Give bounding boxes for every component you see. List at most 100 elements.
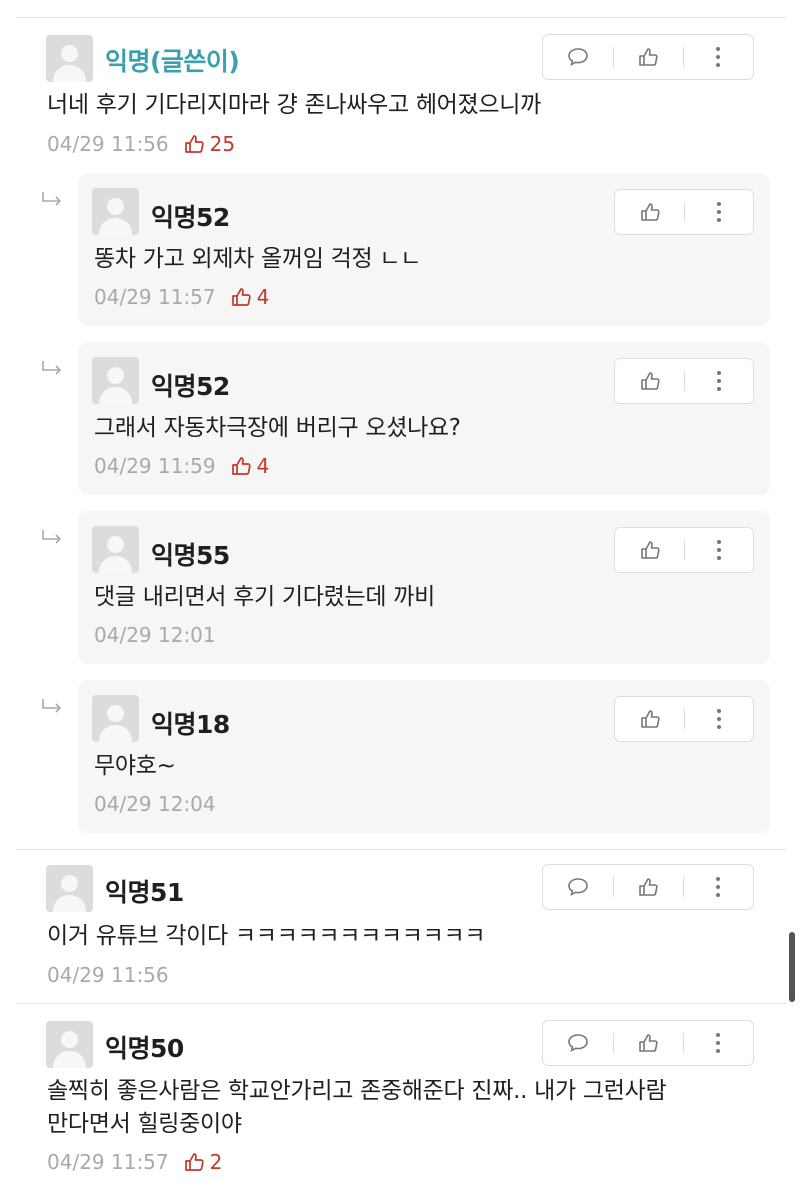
avatar [46, 35, 93, 82]
more-button[interactable] [684, 359, 753, 403]
reply-arrow-icon [42, 361, 62, 375]
thumbs-up-icon [640, 372, 660, 390]
more-button[interactable] [684, 190, 753, 234]
avatar [92, 357, 139, 404]
comment-text: 이거 유튜브 각이다 ㅋㅋㅋㅋㅋㅋㅋㅋㅋㅋㅋㅋ [47, 923, 486, 949]
avatar [92, 526, 139, 573]
divider [16, 1003, 786, 1004]
speech-bubble-icon [568, 1034, 588, 1053]
avatar [92, 695, 139, 742]
comment-text-line: 솔찍히 좋은사람은 학교안가리고 존중해준다 진짜.. 내가 그런사람 [47, 1078, 667, 1104]
comment-author[interactable]: 익명50 [105, 1029, 184, 1065]
like-button[interactable] [615, 697, 684, 741]
thumbs-up-icon [640, 203, 660, 221]
like-count: 25 [183, 132, 235, 156]
reply-item: 익명18 무야호~ 04/29 12:04 [78, 680, 770, 833]
thumbs-up-icon [639, 48, 658, 66]
scrollbar[interactable] [789, 932, 795, 1002]
reply-meta: 04/29 12:04 [94, 792, 216, 816]
reply-button[interactable] [543, 35, 613, 79]
reply-author[interactable]: 익명55 [151, 536, 230, 572]
comment-actions [542, 864, 754, 910]
reply-time: 04/29 12:04 [94, 792, 216, 816]
speech-bubble-icon [568, 48, 588, 67]
like-button[interactable] [613, 35, 683, 79]
comment-author[interactable]: 익명(글쓴이) [105, 42, 240, 78]
vertical-dots-icon [716, 709, 721, 729]
like-button[interactable] [615, 359, 684, 403]
reply-arrow-icon [42, 192, 62, 206]
more-button[interactable] [684, 528, 753, 572]
vertical-dots-icon [716, 540, 721, 560]
comment-text: 너네 후기 기다리지마라 걍 존나싸우고 헤어졌으니까 [47, 92, 541, 118]
vertical-dots-icon [716, 1033, 720, 1053]
thumbs-up-icon [231, 288, 251, 306]
reply-time: 04/29 12:01 [94, 623, 216, 647]
like-button[interactable] [613, 1021, 683, 1065]
vertical-dots-icon [716, 47, 720, 67]
like-button[interactable] [615, 190, 684, 234]
like-count: 4 [230, 454, 270, 478]
reply-arrow-icon [42, 530, 62, 544]
more-button[interactable] [683, 865, 753, 909]
reply-meta: 04/29 11:57 4 [94, 285, 269, 309]
like-count-value: 4 [256, 454, 270, 478]
comment-actions [542, 34, 754, 80]
avatar [46, 1021, 93, 1068]
reply-time: 04/29 11:57 [94, 285, 216, 309]
thumbs-up-icon [184, 1153, 204, 1171]
more-button[interactable] [683, 1021, 753, 1065]
avatar [92, 188, 139, 235]
reply-item: 익명55 댓글 내리면서 후기 기다렸는데 까비 04/29 12:01 [78, 511, 770, 664]
thumbs-up-icon [231, 457, 251, 475]
comment-meta: 04/29 11:56 [47, 963, 169, 987]
reply-author[interactable]: 익명52 [151, 198, 230, 234]
more-button[interactable] [683, 35, 753, 79]
comment-actions [542, 1020, 754, 1066]
reply-arrow-icon [42, 699, 62, 713]
thumbs-up-icon [640, 710, 660, 728]
reply-author[interactable]: 익명52 [151, 367, 230, 403]
thumbs-up-icon [640, 541, 660, 559]
thumbs-up-icon [639, 1034, 658, 1052]
avatar [46, 865, 93, 912]
vertical-dots-icon [716, 202, 721, 222]
thumbs-up-icon [184, 135, 204, 153]
like-button[interactable] [615, 528, 684, 572]
comment-text-line: 만다면서 힐링중이야 [47, 1111, 242, 1137]
comment-thread: 익명(글쓴이) 너네 후기 기다리지마라 걍 존나싸우고 헤어졌으니까 04/2… [0, 0, 800, 1193]
comment-author[interactable]: 익명51 [105, 873, 184, 909]
reply-time: 04/29 11:59 [94, 454, 216, 478]
like-count-value: 4 [256, 285, 270, 309]
like-count: 4 [230, 285, 270, 309]
reply-item: 익명52 똥차 가고 외제차 올꺼임 걱정 ㄴㄴ 04/29 11:57 4 [78, 173, 770, 326]
divider [16, 17, 786, 18]
comment-meta: 04/29 11:56 25 [47, 132, 235, 156]
reply-actions [614, 696, 754, 742]
reply-author[interactable]: 익명18 [151, 705, 230, 741]
reply-meta: 04/29 11:59 4 [94, 454, 269, 478]
reply-text: 똥차 가고 외제차 올꺼임 걱정 ㄴㄴ [94, 246, 422, 272]
reply-button[interactable] [543, 1021, 613, 1065]
like-button[interactable] [613, 865, 683, 909]
reply-button[interactable] [543, 865, 613, 909]
divider [16, 849, 786, 850]
like-count-value: 2 [209, 1150, 223, 1174]
reply-text: 그래서 자동차극장에 버리구 오셨나요? [94, 415, 461, 441]
comment-meta: 04/29 11:57 2 [47, 1150, 222, 1174]
reply-actions [614, 358, 754, 404]
reply-actions [614, 527, 754, 573]
comment-time: 04/29 11:56 [47, 132, 169, 156]
vertical-dots-icon [716, 877, 720, 897]
comment-time: 04/29 11:56 [47, 963, 169, 987]
like-count-value: 25 [209, 132, 236, 156]
like-count: 2 [183, 1150, 223, 1174]
more-button[interactable] [684, 697, 753, 741]
reply-text: 댓글 내리면서 후기 기다렸는데 까비 [94, 584, 435, 610]
thumbs-up-icon [639, 878, 658, 896]
vertical-dots-icon [716, 371, 721, 391]
comment-time: 04/29 11:57 [47, 1150, 169, 1174]
reply-item: 익명52 그래서 자동차극장에 버리구 오셨나요? 04/29 11:59 4 [78, 342, 770, 495]
reply-text: 무야호~ [94, 753, 176, 779]
reply-meta: 04/29 12:01 [94, 623, 216, 647]
